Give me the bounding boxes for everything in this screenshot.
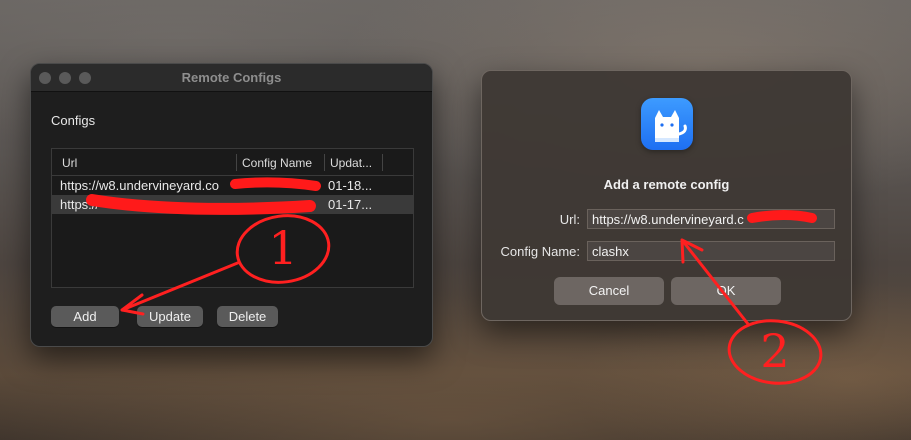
title-bar: Remote Configs — [31, 64, 432, 92]
config-name-input[interactable]: clashx — [587, 241, 835, 261]
table-header: Url Config Name Updat... — [52, 149, 413, 176]
row-updated: 01-17... — [328, 197, 373, 212]
update-button[interactable]: Update — [137, 306, 203, 327]
dialog-title: Add a remote config — [603, 177, 730, 192]
column-header-updated[interactable]: Updat... — [330, 156, 372, 170]
column-header-config-name[interactable]: Config Name — [242, 156, 312, 170]
row-url: https://w8.undervineyard.co — [60, 178, 219, 193]
config-name-label: Config Name: — [500, 244, 580, 259]
delete-button[interactable]: Delete — [217, 306, 278, 327]
remote-configs-window: Remote Configs Configs Url Config Name U… — [30, 63, 433, 347]
cancel-button[interactable]: Cancel — [554, 277, 664, 305]
column-divider[interactable] — [236, 154, 237, 171]
column-divider[interactable] — [324, 154, 325, 171]
table-row[interactable]: https://w8.undervineyard.co 01-18... — [52, 176, 413, 195]
configs-label: Configs — [51, 113, 96, 128]
url-label: Url: — [559, 212, 580, 227]
window-title: Remote Configs — [181, 70, 282, 85]
row-updated: 01-18... — [328, 178, 373, 193]
row-url: https:// — [60, 197, 100, 212]
column-divider[interactable] — [382, 154, 383, 171]
column-header-url[interactable]: Url — [62, 156, 77, 170]
add-button[interactable]: Add — [51, 306, 119, 327]
ok-button[interactable]: OK — [671, 277, 781, 305]
table-row-selected[interactable]: https:// 01-17... — [52, 195, 413, 214]
step-2-number: 2 — [760, 324, 789, 378]
url-input[interactable]: https://w8.undervineyard.c — [587, 209, 835, 229]
add-remote-config-dialog: Add a remote config Url: https://w8.unde… — [481, 70, 852, 321]
configs-table: Url Config Name Updat... https://w8.unde… — [51, 148, 414, 288]
step-2-circle — [727, 319, 823, 385]
clashx-cat-icon — [641, 98, 693, 150]
